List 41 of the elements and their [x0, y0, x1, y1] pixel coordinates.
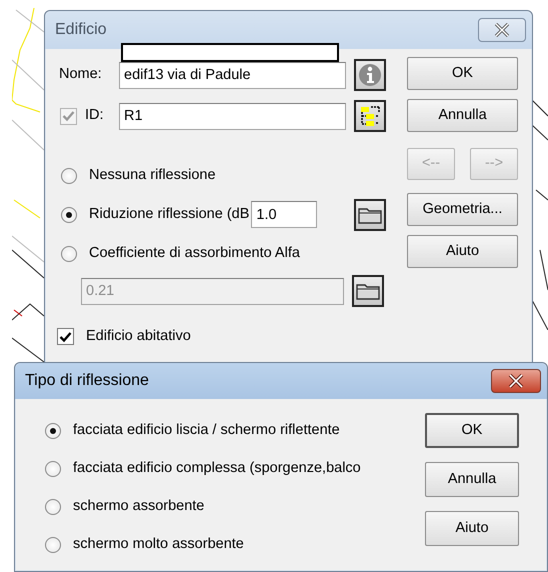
button[interactable]: OK — [425, 413, 519, 448]
info-icon — [358, 63, 382, 87]
close-button[interactable] — [491, 369, 541, 393]
field-label: Nome: — [58, 65, 103, 84]
folder-button[interactable] — [352, 275, 384, 307]
option-label: schermo assorbente — [73, 496, 204, 516]
close-icon — [508, 374, 524, 388]
option-label: facciata edificio complessa (sporgenze,balco — [73, 458, 361, 478]
button[interactable]: Geometria... — [407, 193, 518, 226]
option-label: Riduzione riflessione (dB — [89, 204, 250, 224]
radio-button[interactable] — [45, 498, 61, 514]
folder-icon — [356, 282, 380, 300]
text-field[interactable]: 1.0 — [251, 201, 318, 228]
button[interactable]: Annulla — [425, 462, 519, 497]
radio-button[interactable] — [61, 206, 77, 222]
folder-icon — [358, 206, 382, 224]
checkbox[interactable] — [57, 328, 74, 346]
text-field[interactable]: edif13 via di Padule — [119, 62, 346, 88]
button[interactable]: Aiuto — [425, 511, 519, 546]
option-label: facciata edificio liscia / schermo riflettente — [73, 420, 340, 440]
tree-button[interactable] — [354, 100, 386, 132]
field-label: ID: — [84, 106, 105, 126]
checkbox-label: Edificio abitativo — [86, 327, 191, 346]
option-label: Coefficiente di assorbimento Alfa — [89, 244, 300, 263]
radio-button[interactable] — [61, 246, 77, 262]
radio-button[interactable] — [45, 460, 61, 476]
window-title: Edificio — [55, 20, 107, 40]
button[interactable]: Annulla — [407, 99, 518, 132]
option-label: Nessuna riflessione — [89, 166, 216, 185]
radio-button[interactable] — [45, 536, 61, 552]
tree-icon — [358, 104, 382, 128]
radio-button[interactable] — [45, 422, 61, 438]
option-label: schermo molto assorbente — [73, 534, 244, 554]
radio-button[interactable] — [61, 168, 77, 184]
folder-button[interactable] — [354, 198, 386, 230]
button[interactable]: OK — [407, 57, 518, 90]
button[interactable]: Aiuto — [407, 235, 518, 268]
close-icon — [494, 23, 510, 37]
close-button[interactable] — [478, 18, 526, 42]
window-title: Tipo di riflessione — [25, 371, 149, 391]
info-button[interactable] — [354, 59, 386, 91]
